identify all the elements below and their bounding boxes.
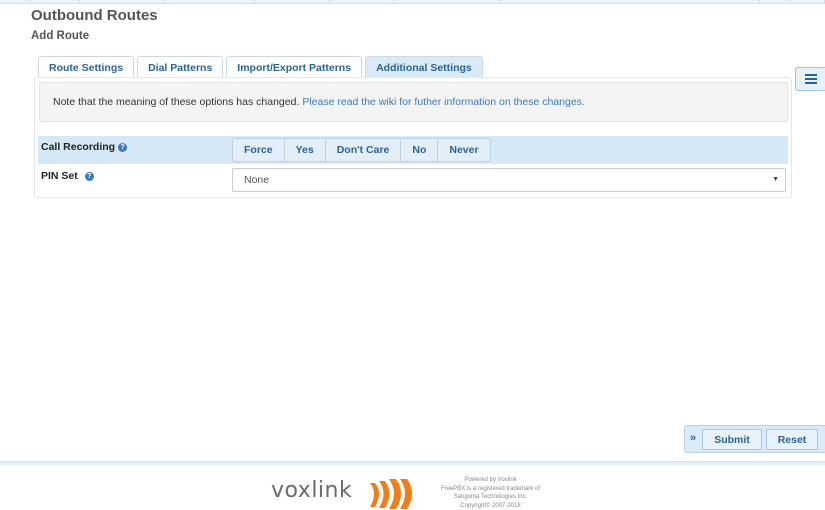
top-nav-segment[interactable] (760, 0, 790, 4)
pin-set-label-group: PIN Set ? (41, 170, 94, 182)
pin-set-label: PIN Set (41, 170, 78, 182)
notice-text: Note that the meaning of these options h… (53, 96, 300, 108)
recording-option-never[interactable]: Never (438, 139, 490, 161)
top-nav-segment[interactable] (165, 0, 255, 4)
tab-additional-settings[interactable]: Additional Settings (365, 56, 483, 78)
double-chevron-right-icon[interactable]: » (690, 432, 696, 444)
list-icon (804, 74, 817, 84)
wiki-link[interactable]: Please read the wiki for futher informat… (302, 96, 585, 108)
pin-set-value: None (244, 174, 270, 186)
action-bar: » Submit Reset (684, 425, 825, 453)
recording-option-force[interactable]: Force (233, 139, 285, 161)
voxlink-logo-icon (370, 479, 412, 509)
call-recording-radio-group: Force Yes Don't Care No Never (232, 138, 491, 162)
page-subtitle: Add Route (31, 30, 90, 42)
tab-import-export-patterns[interactable]: Import/Export Patterns (226, 56, 363, 78)
call-recording-label: Call Recording (41, 141, 116, 153)
question-circle-icon[interactable]: ? (118, 142, 128, 152)
footer-credits: Powered by Voxlink FreePBX is a register… (428, 476, 553, 510)
tab-bar: Route Settings Dial Patterns Import/Expo… (38, 56, 486, 78)
top-nav-segment[interactable] (30, 0, 80, 4)
page: Outbound Routes Add Route Route Settings… (0, 0, 825, 510)
footer-line: Copyright© 2007-2018 (460, 502, 521, 509)
tab-route-settings[interactable]: Route Settings (38, 56, 135, 78)
caret-down-icon: ▼ (772, 176, 779, 183)
reset-button[interactable]: Reset (766, 429, 818, 450)
recording-option-dont-care[interactable]: Don't Care (325, 139, 402, 161)
recording-option-no[interactable]: No (401, 139, 439, 161)
notice-box: Note that the meaning of these options h… (39, 82, 788, 122)
top-nav-segment[interactable] (395, 0, 500, 4)
footer-line: FreePBX is a registered trademark of (440, 485, 541, 492)
top-nav-segment[interactable] (730, 0, 760, 4)
pin-set-select[interactable]: None ▼ (232, 168, 786, 192)
footer-line: Sangoma Technologies Inc. (453, 494, 528, 500)
top-nav-segment[interactable] (255, 0, 330, 4)
question-circle-icon[interactable]: ? (84, 171, 94, 181)
call-recording-label-group: Call Recording ? (41, 141, 128, 153)
top-nav-segment[interactable] (0, 0, 30, 4)
call-recording-row: Call Recording ? Force Yes Don't Care No… (38, 136, 788, 164)
page-title: Outbound Routes (31, 7, 158, 24)
footer-line: Powered by Voxlink (464, 477, 517, 483)
tab-dial-patterns[interactable]: Dial Patterns (137, 56, 224, 78)
top-nav-segment[interactable] (80, 0, 165, 4)
voxlink-logo-text: voxlink (271, 478, 353, 503)
submit-button[interactable]: Submit (702, 429, 762, 450)
pin-set-row: PIN Set ? None ▼ (38, 166, 788, 194)
top-nav-segment[interactable] (330, 0, 395, 4)
recording-option-yes[interactable]: Yes (284, 139, 326, 161)
footer-divider (0, 461, 825, 465)
top-nav-segment[interactable] (790, 0, 825, 4)
top-nav-bar (0, 0, 825, 4)
side-menu-button[interactable] (795, 67, 825, 91)
